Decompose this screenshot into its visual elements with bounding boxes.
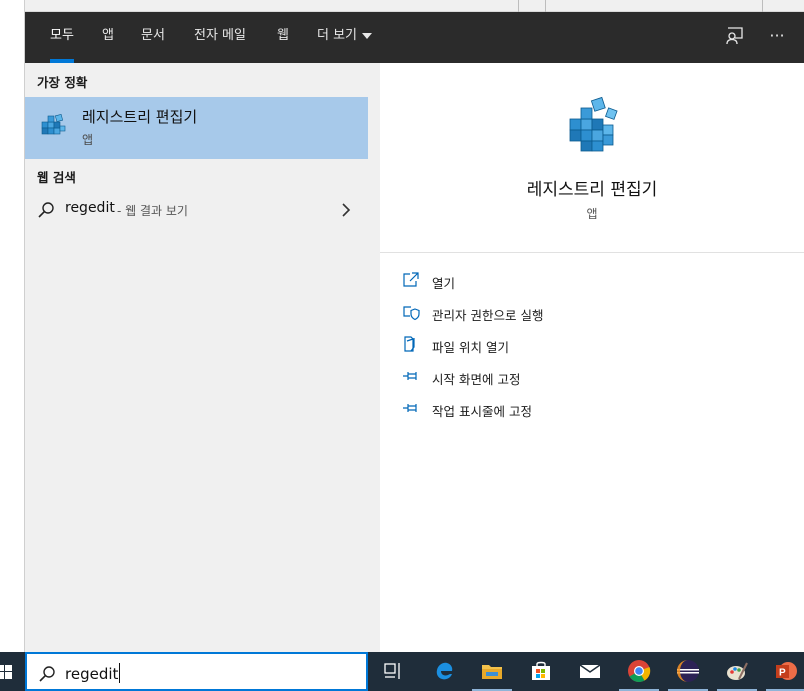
best-match-title: 레지스트리 편집기: [82, 108, 198, 126]
powerpoint-icon[interactable]: P: [762, 652, 804, 691]
screen: 모두 앱 문서 전자 메일 웹 더 보기 ··· 가장 정확 레지스트리 편집기…: [0, 0, 804, 691]
action-label: 열기: [432, 276, 456, 291]
tab-more[interactable]: 더 보기: [305, 12, 384, 63]
tab-web[interactable]: 웹: [265, 12, 301, 63]
results-list: 가장 정확 레지스트리 편집기 앱 웹 검색 regedit - 웹 결과 보기: [25, 63, 368, 652]
search-icon: [39, 666, 55, 682]
pin-icon: [403, 372, 417, 380]
chevron-right-icon[interactable]: [340, 202, 352, 218]
action-label: 작업 표시줄에 고정: [432, 404, 532, 419]
preview-divider: [380, 252, 804, 253]
background-divider: [518, 0, 519, 12]
best-match-item[interactable]: 레지스트리 편집기 앱: [25, 97, 368, 159]
open-icon: [403, 272, 419, 287]
web-search-heading: 웹 검색: [37, 170, 76, 185]
pin-icon: [403, 404, 417, 412]
svg-text:P: P: [779, 668, 786, 679]
preview-pane: 레지스트리 편집기 앱 열기 관리자 권한으로 실행 파일 위치 열기 시작 화…: [380, 63, 804, 652]
search-input[interactable]: regedit: [65, 663, 121, 683]
web-search-hint: - 웹 결과 보기: [117, 204, 188, 218]
chevron-down-icon: [362, 32, 373, 39]
preview-title: 레지스트리 편집기: [526, 180, 658, 200]
search-icon: [38, 202, 54, 218]
feedback-icon[interactable]: [723, 24, 747, 48]
action-label: 파일 위치 열기: [432, 340, 509, 355]
registry-editor-icon: [41, 113, 66, 135]
eclipse-icon[interactable]: [664, 652, 712, 691]
start-button[interactable]: [0, 652, 25, 691]
file-location-icon: [404, 336, 415, 352]
task-view-icon[interactable]: [369, 652, 417, 691]
web-search-item[interactable]: regedit - 웹 결과 보기: [25, 195, 368, 225]
taskbar: regedit P: [0, 652, 804, 691]
desktop-edge: [0, 0, 25, 652]
edge-icon[interactable]: [420, 652, 468, 691]
run-as-admin-icon: [403, 306, 420, 321]
preview-subtitle: 앱: [586, 207, 598, 221]
search-tab-bar: 모두 앱 문서 전자 메일 웹 더 보기 ···: [25, 12, 804, 63]
more-options-icon[interactable]: ···: [765, 24, 789, 48]
text-cursor: [119, 663, 121, 683]
tab-apps[interactable]: 앱: [90, 12, 126, 63]
action-label: 관리자 권한으로 실행: [432, 308, 544, 323]
windows-logo-icon: [0, 665, 12, 679]
chrome-icon[interactable]: [615, 652, 663, 691]
background-divider: [545, 0, 546, 12]
taskbar-search-box[interactable]: regedit: [25, 652, 368, 691]
tab-email[interactable]: 전자 메일: [182, 12, 258, 63]
tab-documents[interactable]: 문서: [129, 12, 177, 63]
background-window: [25, 0, 804, 12]
paint-icon[interactable]: [713, 652, 761, 691]
web-search-query: regedit: [65, 200, 115, 216]
best-match-heading: 가장 정확: [37, 75, 88, 90]
search-panel: 모두 앱 문서 전자 메일 웹 더 보기 ··· 가장 정확 레지스트리 편집기…: [25, 12, 804, 652]
file-explorer-icon[interactable]: [468, 652, 516, 691]
store-icon[interactable]: [517, 652, 565, 691]
registry-editor-icon: [569, 96, 618, 152]
action-label: 시작 화면에 고정: [432, 372, 521, 387]
best-match-subtitle: 앱: [82, 133, 94, 147]
background-divider: [762, 0, 763, 12]
tab-all[interactable]: 모두: [38, 12, 86, 63]
mail-icon[interactable]: [566, 652, 614, 691]
